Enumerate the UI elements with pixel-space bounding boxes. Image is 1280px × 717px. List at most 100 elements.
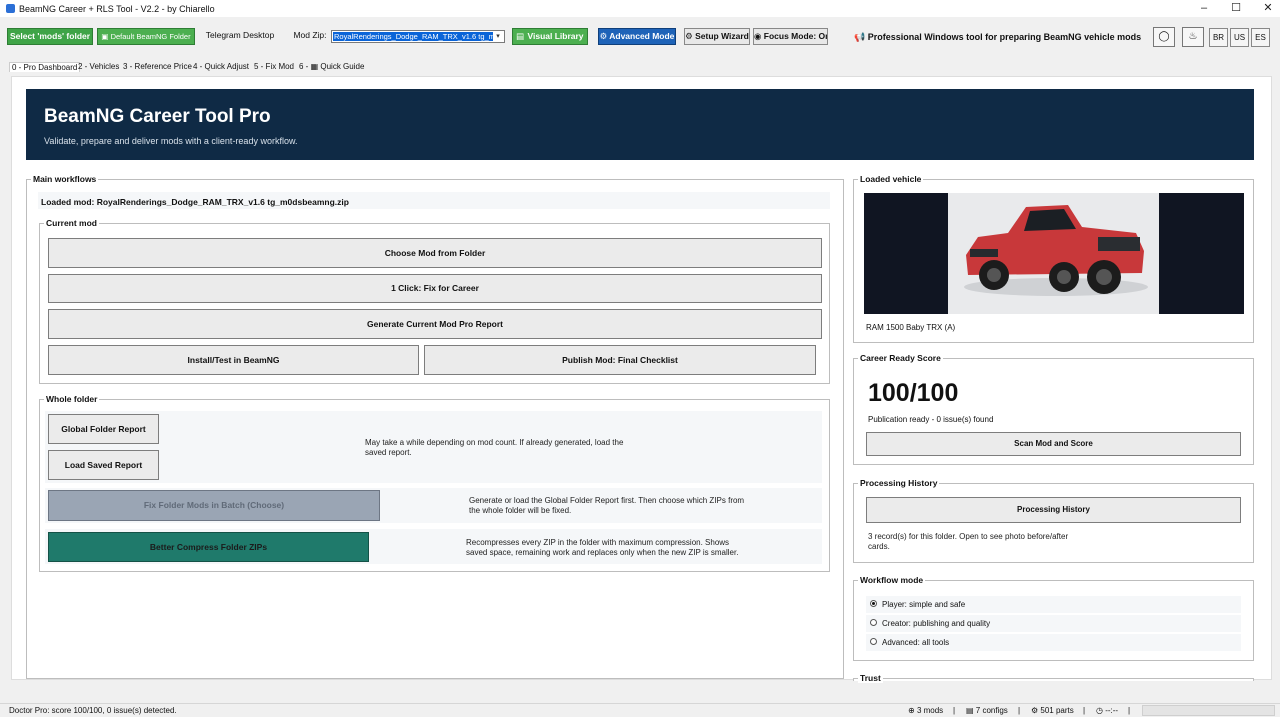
library-icon: ▤ <box>516 31 525 41</box>
trust-group: Trust <box>853 673 1254 683</box>
tab-vehicles[interactable]: 2 - Vehicles <box>78 62 119 71</box>
loaded-mod-panel: Loaded mod: RoyalRenderings_Dodge_RAM_TR… <box>38 192 830 209</box>
bottom-strip <box>0 690 1280 703</box>
scan-score-button[interactable]: Scan Mod and Score <box>866 432 1241 456</box>
mode-player-label: Player: simple and safe <box>882 600 966 609</box>
history-legend: Processing History <box>858 478 940 488</box>
mode-advanced-row[interactable]: Advanced: all tools <box>866 634 1241 651</box>
hero-title: BeamNG Career Tool Pro <box>44 106 271 127</box>
generate-report-button[interactable]: Generate Current Mod Pro Report <box>48 309 822 339</box>
hero-subtitle: Validate, prepare and deliver mods with … <box>44 136 298 146</box>
lang-br-button[interactable]: BR <box>1209 28 1228 47</box>
hero-banner: BeamNG Career Tool Pro Validate, prepare… <box>26 89 1254 160</box>
loaded-vehicle-legend: Loaded vehicle <box>858 174 924 184</box>
default-folder-label: Default BeamNG Folder <box>110 32 191 41</box>
mod-zip-value: RoyalRenderings_Dodge_RAM_TRX_v1.6 tg_m <box>333 32 496 41</box>
lang-us-button[interactable]: US <box>1230 28 1249 47</box>
focus-mode-label: Focus Mode: On <box>763 31 828 41</box>
mode-advanced-label: Advanced: all tools <box>882 638 950 647</box>
chevron-down-icon: ▾ <box>493 31 503 42</box>
main-workflows-legend: Main workflows <box>31 174 99 184</box>
global-report-button[interactable]: Global Folder Report <box>48 414 159 444</box>
publish-mod-button[interactable]: Publish Mod: Final Checklist <box>424 345 816 375</box>
donate-icon[interactable]: ♨ <box>1182 27 1204 47</box>
status-separator: | <box>953 706 956 715</box>
status-separator: | <box>1128 706 1131 715</box>
career-score-legend: Career Ready Score <box>858 353 943 363</box>
folder-icon: ▣ <box>101 32 111 41</box>
tab-quick-guide-number: 6 - <box>299 62 309 71</box>
progress-bar <box>1142 705 1275 716</box>
tab-reference-price[interactable]: 3 - Reference Price <box>123 62 192 71</box>
report-note: May take a while depending on mod count.… <box>365 438 624 457</box>
workflow-mode-legend: Workflow mode <box>858 575 926 585</box>
configs-icon: ▤ <box>966 706 976 715</box>
guide-icon: ▦ <box>310 62 319 71</box>
compress-note: Recompresses every ZIP in the folder wit… <box>466 538 739 557</box>
parts-icon: ⚙ <box>1031 706 1041 715</box>
vehicle-preview <box>864 193 1244 314</box>
clock-text: --:-- <box>1105 706 1119 715</box>
mode-player-radio[interactable] <box>870 600 877 607</box>
tab-quick-adjust[interactable]: 4 - Quick Adjust <box>193 62 249 71</box>
focus-icon: ◉ <box>754 31 764 41</box>
tagline-text: Professional Windows tool for preparing … <box>867 32 1142 42</box>
fix-batch-button[interactable]: Fix Folder Mods in Batch (Choose) <box>48 490 380 521</box>
clock: ◷ --:-- <box>1096 706 1118 715</box>
advanced-mode-button[interactable]: ⚙ Advanced Mode <box>598 28 676 45</box>
mode-player-row[interactable]: Player: simple and safe <box>866 596 1241 613</box>
tab-fix-mod[interactable]: 5 - Fix Mod <box>254 62 294 71</box>
tab-quick-guide-label: Quick Guide <box>320 62 365 71</box>
mods-icon: ⊕ <box>908 706 917 715</box>
visual-library-button[interactable]: ▤ Visual Library <box>512 28 588 45</box>
maximize-button[interactable]: ☐ <box>1219 0 1253 17</box>
lang-es-button[interactable]: ES <box>1251 28 1270 47</box>
minimize-button[interactable]: – <box>1187 0 1221 17</box>
app-icon <box>6 4 15 13</box>
mode-creator-radio[interactable] <box>870 619 877 626</box>
parts-count: ⚙ 501 parts <box>1031 706 1074 715</box>
loaded-mod-text: Loaded mod: RoyalRenderings_Dodge_RAM_TR… <box>41 197 349 207</box>
mode-creator-label: Creator: publishing and quality <box>882 619 991 628</box>
install-test-button[interactable]: Install/Test in BeamNG <box>48 345 419 375</box>
score-value: 100/100 <box>868 379 959 407</box>
tagline: 📢 Professional Windows tool for preparin… <box>854 32 1141 43</box>
focus-mode-button[interactable]: ◉ Focus Mode: On <box>753 28 828 45</box>
chat-icon[interactable]: ◯ <box>1153 27 1175 47</box>
fix-career-button[interactable]: 1 Click: Fix for Career <box>48 274 822 303</box>
trust-legend: Trust <box>858 673 883 683</box>
title-bar: BeamNG Career + RLS Tool - V2.2 - by Chi… <box>0 0 1280 17</box>
status-bar: Doctor Pro: score 100/100, 0 issue(s) de… <box>0 703 1280 717</box>
tab-pro-dashboard[interactable]: 0 - Pro Dashboard <box>9 62 81 72</box>
wizard-icon: ⚙ <box>685 31 696 41</box>
select-mods-folder-button[interactable]: Select 'mods' folder <box>7 28 93 45</box>
history-note: 3 record(s) for this folder. Open to see… <box>868 532 1069 551</box>
compress-zips-button[interactable]: Better Compress Folder ZIPs <box>48 532 369 562</box>
score-status: Publication ready - 0 issue(s) found <box>868 415 994 424</box>
whole-folder-legend: Whole folder <box>44 394 100 404</box>
telegram-link[interactable]: Telegram Desktop <box>201 28 279 45</box>
clock-icon: ◷ <box>1096 706 1106 715</box>
mode-creator-row[interactable]: Creator: publishing and quality <box>866 615 1241 632</box>
mode-advanced-radio[interactable] <box>870 638 877 645</box>
truck-illustration <box>964 205 1148 296</box>
window-title: BeamNG Career + RLS Tool - V2.2 - by Chi… <box>19 4 215 14</box>
load-saved-report-button[interactable]: Load Saved Report <box>48 450 159 480</box>
configs-count-text: 7 configs <box>975 706 1008 715</box>
mod-zip-select[interactable]: RoyalRenderings_Dodge_RAM_TRX_v1.6 tg_m … <box>331 30 505 43</box>
visual-library-label: Visual Library <box>527 31 584 41</box>
status-separator: | <box>1018 706 1021 715</box>
setup-wizard-label: Setup Wizard <box>695 31 749 41</box>
default-folder-button[interactable]: ▣ Default BeamNG Folder <box>97 28 195 45</box>
close-button[interactable]: ✕ <box>1251 0 1280 17</box>
settings-icon: ⚙ <box>599 31 610 41</box>
choose-mod-button[interactable]: Choose Mod from Folder <box>48 238 822 268</box>
mods-count-text: 3 mods <box>916 706 944 715</box>
current-mod-legend: Current mod <box>44 218 99 228</box>
configs-count: ▤ 7 configs <box>966 706 1008 715</box>
tab-quick-guide[interactable]: 6 - ▦ Quick Guide <box>299 62 364 71</box>
setup-wizard-button[interactable]: ⚙ Setup Wizard <box>684 28 750 45</box>
mods-count: ⊕ 3 mods <box>908 706 943 715</box>
megaphone-icon: 📢 <box>854 32 868 42</box>
history-button[interactable]: Processing History <box>866 497 1241 523</box>
